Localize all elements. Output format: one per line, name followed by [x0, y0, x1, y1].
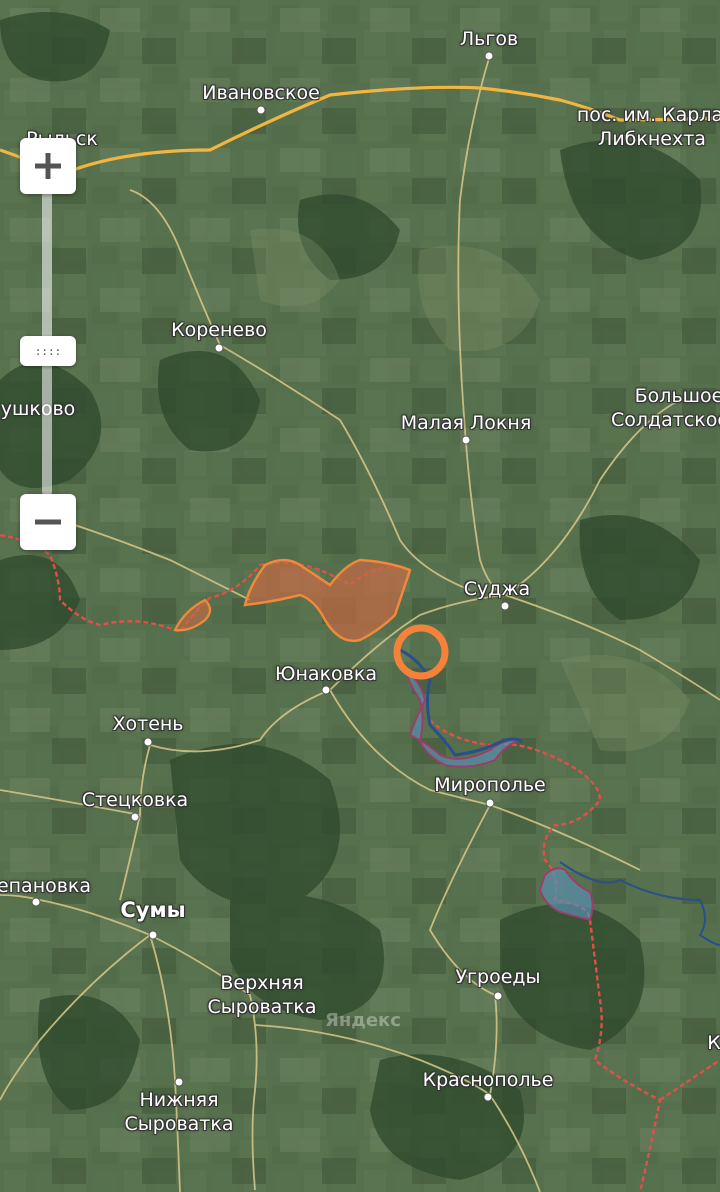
place-label: Миропольe [434, 774, 546, 796]
place-dot [31, 897, 41, 907]
place-label: Коренево [171, 319, 267, 341]
zoom-out-button[interactable] [20, 494, 76, 550]
place-dot [461, 435, 471, 445]
minus-icon [35, 519, 61, 525]
place-label: пос. им. Карла [576, 104, 720, 126]
place-dot [484, 51, 494, 61]
place-dot [500, 601, 510, 611]
place-dot [214, 343, 224, 353]
place-label: Малая Локня [400, 412, 532, 434]
place-label: Сыроватка [207, 996, 317, 1018]
place-label: Большое [634, 385, 720, 407]
map-view[interactable]: Льгов Ивановское Рыльск пос. им. Карла Л… [0, 0, 720, 1192]
zoom-in-button[interactable] [20, 138, 76, 194]
city-dot [148, 930, 158, 940]
place-label: епановка [0, 875, 92, 897]
place-dot [493, 991, 503, 1001]
place-label: Верхняя [220, 972, 304, 994]
place-dot [174, 1077, 184, 1087]
place-label: Суджа [463, 578, 531, 600]
place-dot [143, 737, 153, 747]
place-label: Юнаковка [275, 663, 377, 685]
place-dot [256, 105, 266, 115]
place-label: Льгов [459, 28, 519, 50]
place-dot [130, 812, 140, 822]
place-label: Угроеды [455, 966, 541, 988]
place-label: Сыроватка [124, 1113, 234, 1135]
yandex-watermark: Яндекс [325, 1010, 401, 1031]
place-label: Хотень [112, 713, 184, 735]
place-label: Ивановское [202, 82, 320, 104]
city-label: Сумы [120, 898, 186, 922]
place-label: ушково [0, 398, 76, 420]
place-label: Краснополье [422, 1069, 554, 1091]
place-label: Стецковка [81, 789, 189, 811]
place-label: Либкнехта [598, 128, 706, 150]
place-label: К [707, 1032, 720, 1054]
place-dot [483, 1092, 493, 1102]
plus-icon [35, 153, 61, 179]
zoom-slider-handle[interactable]: :::: [20, 336, 76, 366]
place-label: Солдатское [610, 409, 720, 431]
place-dot [485, 798, 495, 808]
place-dot [321, 685, 331, 695]
place-label: Нижняя [139, 1089, 219, 1111]
